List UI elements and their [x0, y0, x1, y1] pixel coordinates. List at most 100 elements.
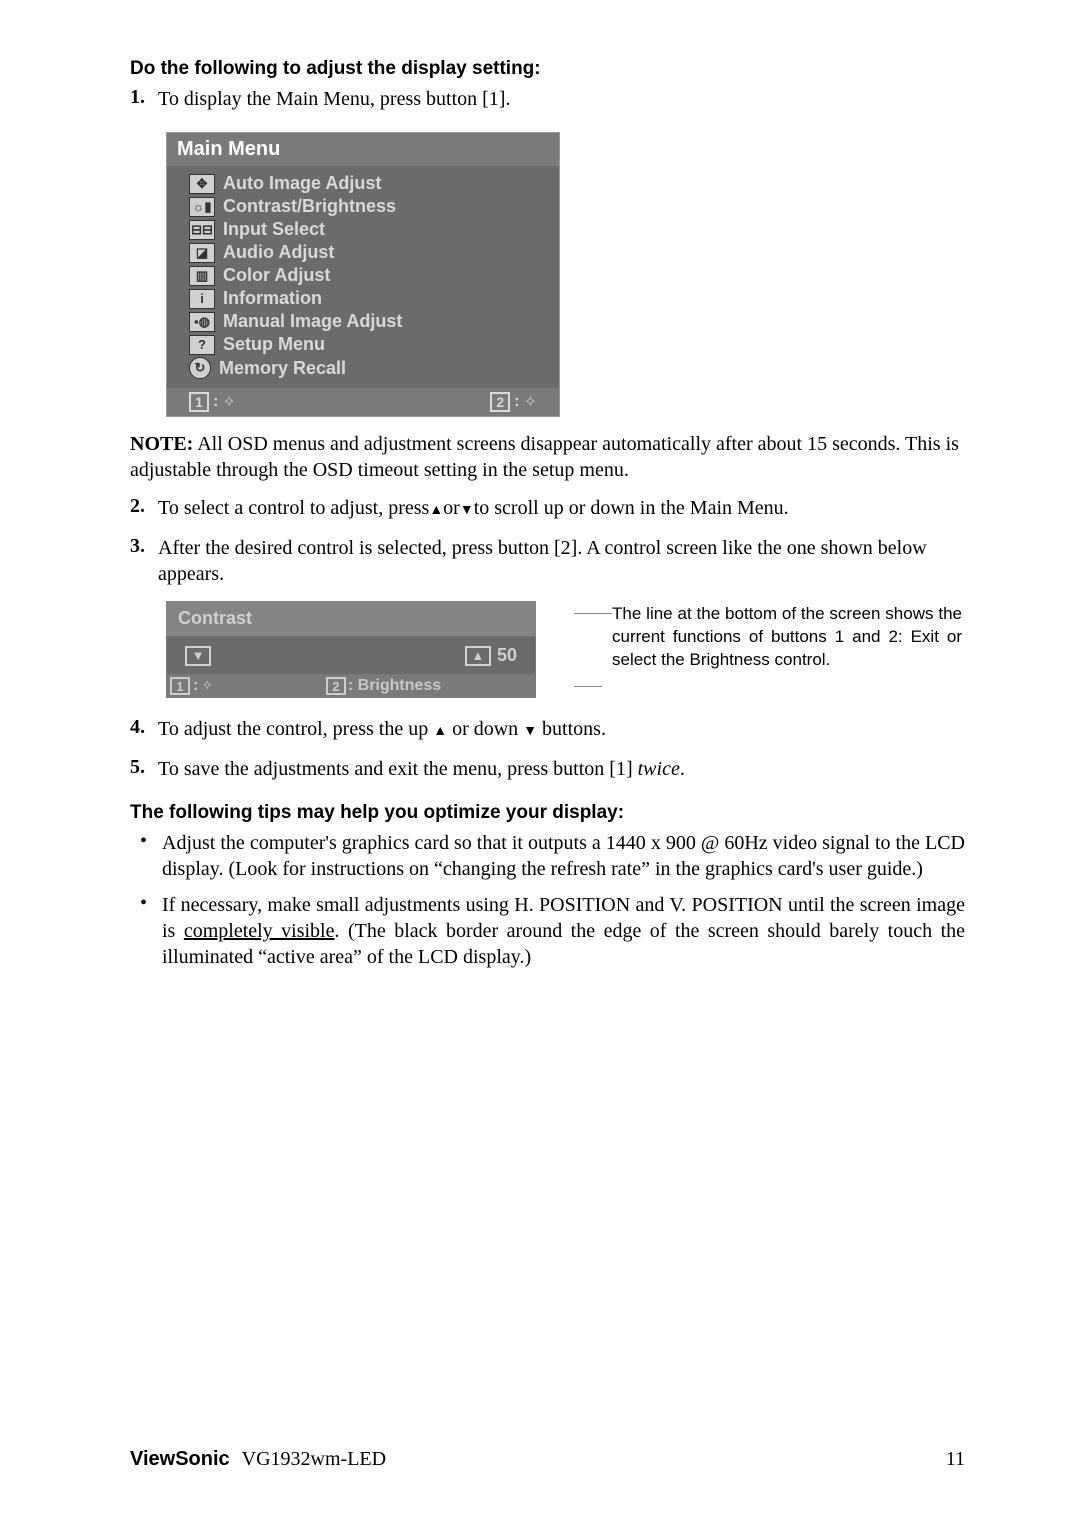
color-icon: ▥: [189, 266, 215, 286]
cf-center: 2 : Brightness: [243, 677, 524, 695]
triangle-down-icon: ▼: [460, 503, 474, 518]
leader-line-bottom: [574, 687, 602, 698]
tip-text: Adjust the computer's graphics card so t…: [162, 830, 965, 882]
step-1: 1. To display the Main Menu, press butto…: [130, 86, 965, 112]
triangle-up-icon: ▲: [465, 646, 491, 666]
text-or: or: [443, 497, 460, 519]
contrast-body: ▼ ▲ 50: [166, 636, 536, 675]
osd-body: ✥ Auto Image Adjust ☼▮ Contrast/Brightness…: [167, 166, 559, 388]
note-text: All OSD menus and adjustment screens dis…: [130, 433, 959, 481]
osd-label: Manual Image Adjust: [223, 311, 402, 332]
colon: :: [514, 393, 519, 411]
osd-label: Audio Adjust: [223, 242, 334, 263]
tip-text: If necessary, make small adjustments usi…: [162, 892, 965, 970]
footer-brand: ViewSonic: [130, 1448, 230, 1470]
osd-title: Main Menu: [167, 133, 559, 166]
step-text: To save the adjustments and exit the men…: [158, 756, 965, 782]
triangle-down-icon: ▼: [523, 724, 537, 739]
box-2-icon: 2: [490, 392, 510, 412]
contrast-title: Contrast: [166, 601, 536, 636]
step-num: 2.: [130, 495, 158, 521]
box-2-icon: 2: [326, 677, 346, 695]
step-text: To select a control to adjust, press▲or▼…: [158, 495, 965, 521]
step-num: 1.: [130, 86, 158, 112]
osd-item-setup: ?Setup Menu: [189, 333, 537, 356]
bullet-icon: •: [140, 830, 162, 882]
enter-icon: ✧: [524, 392, 537, 412]
exit-icon: ✧: [222, 392, 235, 412]
manual-icon: ▪◍: [189, 312, 215, 332]
osd-label: Information: [223, 288, 322, 309]
step-text: To display the Main Menu, press button […: [158, 86, 965, 112]
osd-item-contrast: ☼▮ Contrast/Brightness: [189, 195, 537, 218]
contrast-footer: 1 : ✧ 2 : Brightness: [166, 675, 536, 698]
osd-item-manual: ▪◍ Manual Image Adjust: [189, 310, 537, 333]
contrast-icon: ☼▮: [189, 197, 215, 217]
osd-footer-2: 2 : ✧: [490, 392, 537, 412]
osd-footer: 1 : ✧ 2 : ✧: [167, 388, 559, 416]
step-num: 4.: [130, 716, 158, 742]
audio-icon: ◪: [189, 243, 215, 263]
step-num: 3.: [130, 535, 158, 587]
step-5: 5. To save the adjustments and exit the …: [130, 756, 965, 782]
bullet-icon: •: [140, 892, 162, 970]
step-4: 4. To adjust the control, press the up ▲…: [130, 716, 965, 742]
triangle-up-icon: ▲: [433, 724, 447, 739]
osd-footer-1: 1 : ✧: [189, 392, 236, 412]
osd-label: Contrast/Brightness: [223, 196, 396, 217]
text-underline: completely visible: [184, 920, 335, 942]
osd-item-info: i Information: [189, 287, 537, 310]
annotation-text: The line at the bottom of the screen sho…: [612, 601, 962, 698]
question-icon: ?: [189, 335, 215, 355]
step-text: After the desired control is selected, p…: [158, 535, 965, 587]
text-post: buttons.: [537, 718, 606, 740]
step-3: 3. After the desired control is selected…: [130, 535, 965, 587]
osd-item-audio: ◪ Audio Adjust: [189, 241, 537, 264]
box-1-icon: 1: [189, 392, 209, 412]
step-2: 2. To select a control to adjust, press▲…: [130, 495, 965, 521]
contrast-right: ▲ 50: [465, 645, 517, 666]
text-italic: twice: [638, 758, 680, 780]
heading-tips: The following tips may help you optimize…: [130, 802, 965, 824]
osd-item-color: ▥ Color Adjust: [189, 264, 537, 287]
osd-label: Auto Image Adjust: [223, 173, 381, 194]
text-mid: or down: [447, 718, 523, 740]
text-pre: To adjust the control, press the up: [158, 718, 433, 740]
contrast-widget: Contrast ▼ ▲ 50 1 : ✧ 2 : Brightness: [166, 601, 536, 698]
heading-adjust: Do the following to adjust the display s…: [130, 58, 965, 80]
leader-line-top: [574, 601, 612, 614]
text-pre: To select a control to adjust, press: [158, 497, 429, 519]
page-number: 11: [946, 1448, 965, 1471]
osd-label: Color Adjust: [223, 265, 330, 286]
info-icon: i: [189, 289, 215, 309]
cf-center-label: : Brightness: [348, 677, 441, 695]
osd-item-auto-image: ✥ Auto Image Adjust: [189, 172, 537, 195]
note-label: NOTE:: [130, 433, 193, 455]
contrast-example: Contrast ▼ ▲ 50 1 : ✧ 2 : Brightness: [166, 601, 965, 698]
box-1-icon: 1: [170, 677, 190, 695]
tip-2: • If necessary, make small adjustments u…: [140, 892, 965, 970]
colon: :: [193, 677, 198, 695]
text-pre: To save the adjustments and exit the men…: [158, 758, 638, 780]
step-num: 5.: [130, 756, 158, 782]
tip-1: • Adjust the computer's graphics card so…: [140, 830, 965, 882]
text-post: .: [680, 758, 685, 780]
triangle-up-icon: ▲: [429, 503, 443, 518]
colon: :: [213, 393, 218, 411]
osd-label: Input Select: [223, 219, 325, 240]
footer-left: ViewSonic VG1932wm-LED: [130, 1448, 386, 1471]
osd-main-menu: Main Menu ✥ Auto Image Adjust ☼▮ Contrast/…: [166, 132, 560, 417]
osd-item-input: ⊟⊟ Input Select: [189, 218, 537, 241]
footer-model: VG1932wm-LED: [242, 1448, 386, 1470]
note-paragraph: NOTE: All OSD menus and adjustment scree…: [130, 431, 965, 483]
text-post: to scroll up or down in the Main Menu.: [474, 497, 789, 519]
crosshair-icon: ✥: [189, 174, 215, 194]
page-footer: ViewSonic VG1932wm-LED 11: [130, 1448, 965, 1471]
exit-icon: ✧: [201, 678, 213, 695]
osd-label: Memory Recall: [219, 358, 346, 379]
contrast-value: 50: [497, 645, 517, 666]
cf-left: 1 : ✧: [170, 677, 213, 695]
input-icon: ⊟⊟: [189, 220, 215, 240]
recall-icon: ↻: [189, 357, 211, 379]
step-text: To adjust the control, press the up ▲ or…: [158, 716, 965, 742]
